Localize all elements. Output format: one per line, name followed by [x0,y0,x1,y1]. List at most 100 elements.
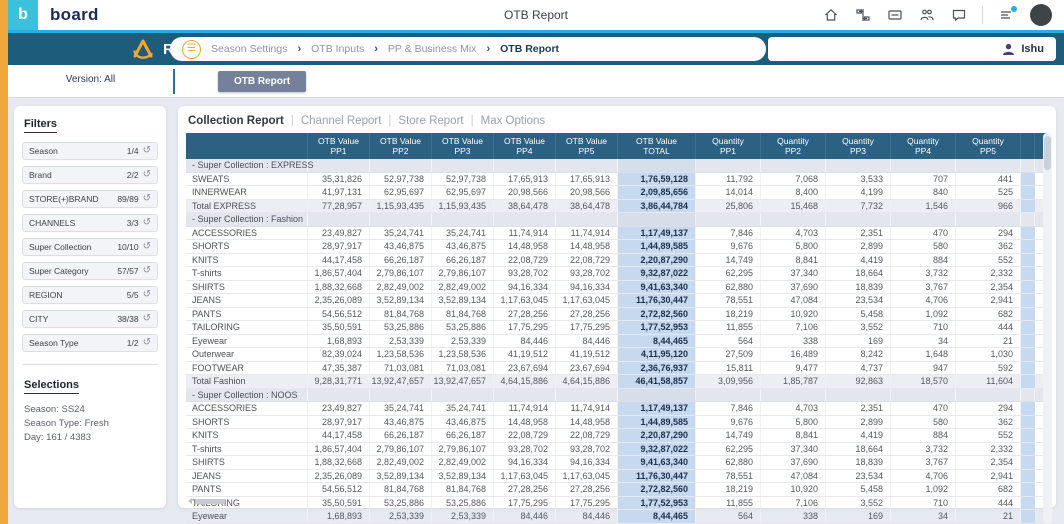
vertical-scrollbar[interactable] [1043,133,1052,524]
cell-value: 23,534 [826,470,891,483]
table-row[interactable]: ACCESSORIES23,49,82735,24,74135,24,74111… [186,402,1048,416]
column-header[interactable]: OTB ValuePP2 [370,133,432,159]
column-header[interactable]: OTB ValuePP3 [432,133,494,159]
filter-refresh-icon[interactable]: ↺ [143,170,151,180]
hierarchy-icon[interactable] [854,7,871,24]
column-header[interactable]: OTB ValuePP4 [494,133,556,159]
filter-label: CHANNELS [29,218,127,228]
cell-empty [308,159,370,172]
filter-refresh-icon[interactable]: ↺ [143,290,151,300]
filter-item[interactable]: Season Type1/2↺ [22,334,158,352]
user-pill[interactable]: Ishu [768,37,1056,61]
table-row[interactable]: KNITS44,17,45866,26,18766,26,18722,08,72… [186,254,1048,268]
table-row[interactable]: Total Fashion9,28,31,77113,92,47,65713,9… [186,375,1048,389]
breadcrumb-item[interactable]: PP & Business Mix [388,43,477,55]
vertical-scrollbar-thumb[interactable] [1044,136,1051,170]
cell-value: 338 [761,510,826,523]
table-row[interactable]: JEANS2,35,26,0893,52,89,1343,52,89,1341,… [186,470,1048,484]
board-logo-mark[interactable]: b [8,0,38,30]
card-icon[interactable] [886,7,903,24]
cell-value: 441 [956,173,1021,186]
table-row[interactable]: ACCESSORIES23,49,82735,24,74135,24,74111… [186,227,1048,241]
column-header[interactable]: QuantityPP1 [696,133,761,159]
table-row[interactable]: SHIRTS1,88,32,6682,82,49,0022,82,49,0029… [186,281,1048,295]
selection-line: Day: 161 / 4383 [22,431,158,445]
table-row[interactable]: Total EXPRESS77,28,9571,15,93,4351,15,93… [186,200,1048,214]
table-row[interactable]: TAILORING35,50,59153,25,88653,25,88617,7… [186,497,1048,511]
users-icon[interactable] [918,7,935,24]
table-row[interactable]: Eyewear1,68,8932,53,3392,53,33984,44684,… [186,510,1048,524]
table-row[interactable]: Outerwear82,39,0241,23,58,5361,23,58,536… [186,348,1048,362]
chat-icon[interactable] [950,7,967,24]
filter-refresh-icon[interactable]: ↺ [143,242,151,252]
table-row[interactable]: PANTS54,56,51281,84,76881,84,76827,28,25… [186,483,1048,497]
filter-refresh-icon[interactable]: ↺ [143,146,151,156]
column-header[interactable]: QuantityPP5 [956,133,1021,159]
column-header[interactable]: OTB ValuePP1 [308,133,370,159]
cell-value: 552 [956,254,1021,267]
column-header[interactable]: OTB ValuePP5 [556,133,618,159]
column-header[interactable]: QuantityPP3 [826,133,891,159]
stub-cell [1021,375,1035,388]
home-icon[interactable] [822,7,839,24]
cell-value: 1,17,63,045 [556,470,618,483]
table-row[interactable]: - Super Collection : Fashion [186,213,1048,227]
tab-collection-report[interactable]: Collection Report [188,115,284,127]
breadcrumb-item[interactable]: OTB Inputs [311,43,364,55]
column-header[interactable]: QuantityPP2 [761,133,826,159]
filter-item[interactable]: Brand2/2↺ [22,166,158,184]
horizontal-scrollbar[interactable] [188,498,244,504]
menu-icon[interactable]: ☰ [182,40,201,59]
table-row[interactable]: T-shirts1,86,57,4042,79,86,1072,79,86,10… [186,443,1048,457]
table-row[interactable]: Eyewear1,68,8932,53,3392,53,33984,44684,… [186,335,1048,349]
cell-value: 20,98,566 [494,186,556,199]
filter-item[interactable]: Super Category57/57↺ [22,262,158,280]
filter-item[interactable]: Season1/4↺ [22,142,158,160]
cell-value: 93,28,702 [494,443,556,456]
table-row[interactable]: JEANS2,35,26,0893,52,89,1343,52,89,1341,… [186,294,1048,308]
filter-refresh-icon[interactable]: ↺ [143,314,151,324]
table-row[interactable]: FOOTWEAR47,35,38771,03,08171,03,08123,67… [186,362,1048,376]
tab-max-options[interactable]: Max Options [481,115,546,127]
table-row[interactable]: INNERWEAR41,97,13162,95,69762,95,69720,9… [186,186,1048,200]
table-row[interactable]: SHIRTS1,88,32,6682,82,49,0022,82,49,0029… [186,456,1048,470]
breadcrumb-item[interactable]: Season Settings [211,43,287,55]
table-row[interactable]: - Super Collection : EXPRESS [186,159,1048,173]
column-header[interactable]: OTB ValueTOTAL [618,133,696,159]
filter-item[interactable]: Super Collection10/10↺ [22,238,158,256]
horizontal-scrollbar-thumb[interactable] [195,499,225,504]
otb-report-button[interactable]: OTB Report [218,71,306,92]
column-header-line2: TOTAL [643,146,670,156]
column-header[interactable]: QuantityPP4 [891,133,956,159]
tab-store-report[interactable]: Store Report [398,115,463,127]
scroll-left-icon[interactable] [188,498,192,504]
row-label: T-shirts [186,443,308,456]
notification-dot [1011,6,1017,12]
breadcrumb-item[interactable]: OTB Report [500,43,559,55]
cell-value: 43,46,875 [370,240,432,253]
cell-value: 84,446 [494,510,556,523]
filter-item[interactable]: CHANNELS3/3↺ [22,214,158,232]
table-row[interactable]: T-shirts1,86,57,4042,79,86,1072,79,86,10… [186,267,1048,281]
table-row[interactable]: PANTS54,56,51281,84,76881,84,76827,28,25… [186,308,1048,322]
table-row[interactable]: KNITS44,17,45866,26,18766,26,18722,08,72… [186,429,1048,443]
cell-empty [494,213,556,226]
cell-value: 35,24,741 [370,227,432,240]
cell-value: 444 [956,321,1021,334]
filter-item[interactable]: REGION5/5↺ [22,286,158,304]
filter-refresh-icon[interactable]: ↺ [143,218,151,228]
row-label: SHORTS [186,240,308,253]
filter-item[interactable]: CITY38/38↺ [22,310,158,328]
filter-item[interactable]: STORE(+)BRAND89/89↺ [22,190,158,208]
tab-channel-report[interactable]: Channel Report [301,115,382,127]
sliders-icon[interactable] [998,7,1015,24]
table-row[interactable]: SHORTS28,97,91743,46,87543,46,87514,48,9… [186,416,1048,430]
table-row[interactable]: - Super Collection : NOOS [186,389,1048,403]
filter-refresh-icon[interactable]: ↺ [143,338,151,348]
table-row[interactable]: SHORTS28,97,91743,46,87543,46,87514,48,9… [186,240,1048,254]
table-row[interactable]: SWEATS35,31,82652,97,73852,97,73817,65,9… [186,173,1048,187]
filter-refresh-icon[interactable]: ↺ [143,266,151,276]
table-row[interactable]: TAILORING35,50,59153,25,88653,25,88617,7… [186,321,1048,335]
filter-refresh-icon[interactable]: ↺ [143,194,151,204]
avatar[interactable] [1030,4,1052,26]
